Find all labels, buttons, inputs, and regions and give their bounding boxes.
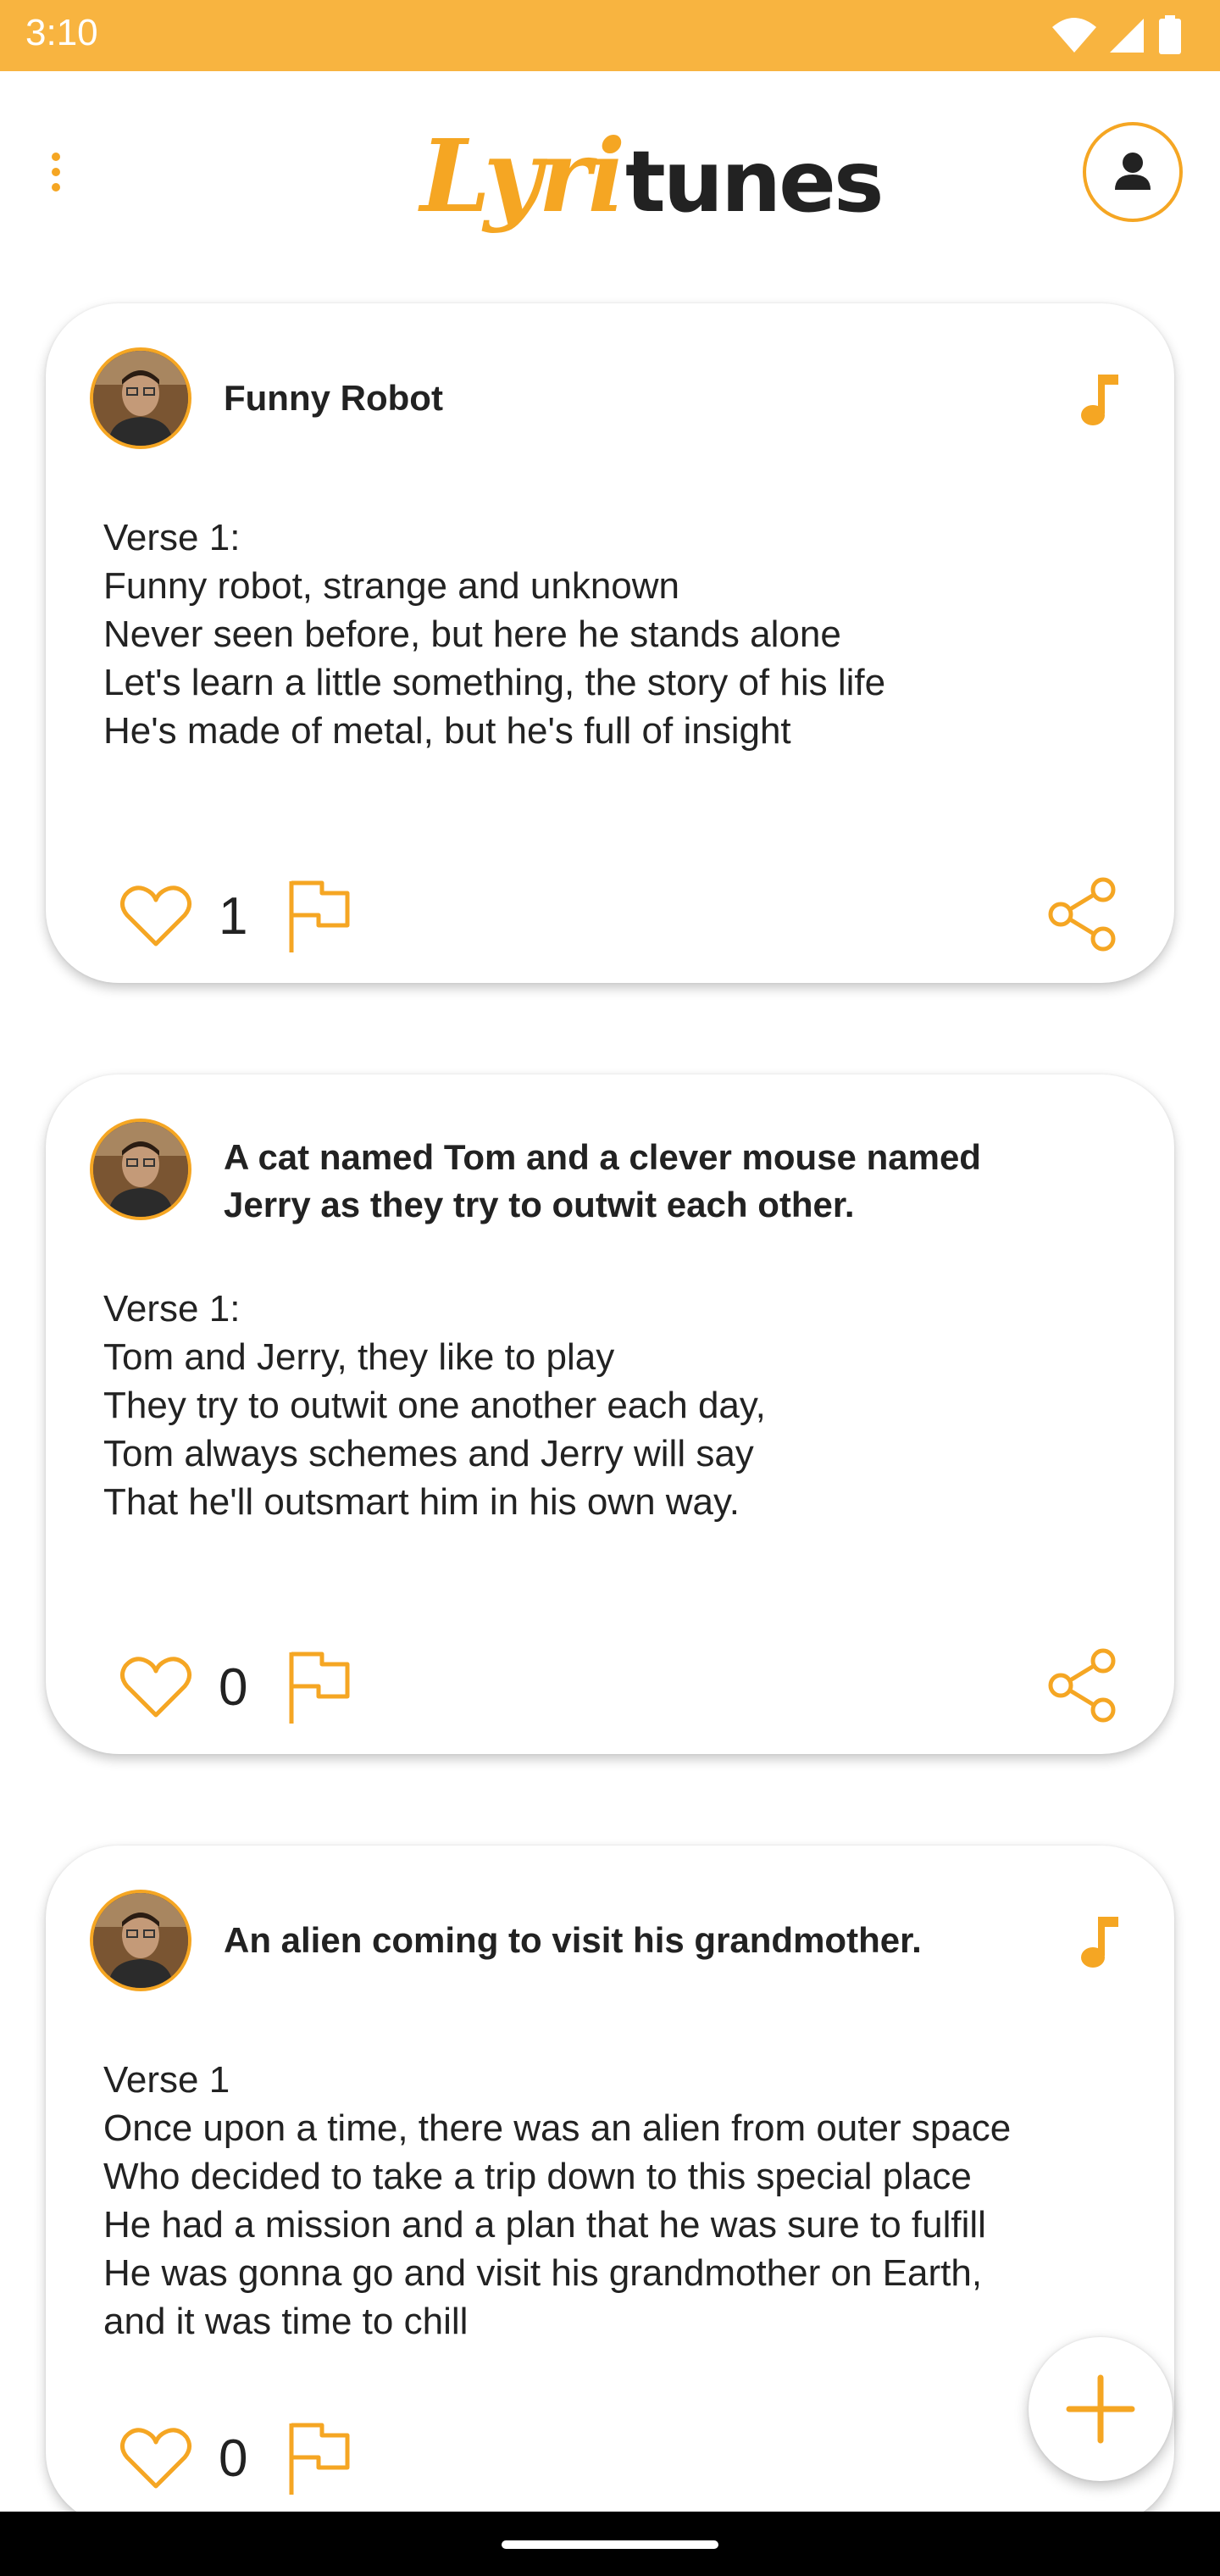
logo-tunes: tunes (625, 132, 884, 231)
status-time: 3:10 (25, 12, 98, 53)
status-bar: 3:10 (0, 0, 1220, 71)
flag-icon[interactable] (285, 878, 354, 956)
battery-icon (1159, 15, 1181, 54)
avatar[interactable] (90, 1119, 191, 1220)
post-actions: 0 (46, 1642, 1174, 1735)
plus-icon (1066, 2374, 1135, 2444)
heart-icon[interactable] (119, 885, 193, 949)
music-note-icon[interactable] (1071, 371, 1122, 430)
wifi-icon (1052, 18, 1096, 53)
share-icon[interactable] (1045, 876, 1120, 952)
home-gesture-handle[interactable] (502, 2540, 718, 2549)
music-note-icon[interactable] (1071, 1913, 1122, 1973)
avatar[interactable] (90, 1890, 191, 1991)
app-logo: Lyri tunes (420, 117, 884, 235)
nav-bar (0, 2512, 1220, 2576)
post-title: A cat named Tom and a clever mouse named… (224, 1137, 981, 1224)
signal-icon (1110, 19, 1144, 53)
flag-icon[interactable] (285, 2420, 354, 2498)
like-count: 0 (219, 2429, 248, 2488)
user-icon (1103, 142, 1162, 202)
add-post-button[interactable] (1029, 2337, 1173, 2481)
app-bar: Lyri tunes (0, 71, 1220, 283)
share-icon[interactable] (1045, 1647, 1120, 1724)
post-card: A cat named Tom and a clever mouse named… (46, 1074, 1174, 1754)
flag-icon[interactable] (285, 1649, 354, 1727)
like-count: 1 (219, 887, 248, 946)
like-count: 0 (219, 1658, 248, 1717)
profile-button[interactable] (1083, 122, 1183, 222)
post-actions: 1 (46, 871, 1174, 964)
post-title: An alien coming to visit his grandmother… (224, 1920, 922, 1960)
heart-icon[interactable] (119, 1656, 193, 1720)
avatar[interactable] (90, 347, 191, 449)
post-card: Funny Robot Verse 1: Funny robot, strang… (46, 303, 1174, 983)
heart-icon[interactable] (119, 2427, 193, 2491)
post-lyrics: Verse 1: Tom and Jerry, they like to pla… (103, 1288, 766, 1523)
status-icons (1051, 15, 1195, 56)
post-actions: 0 (46, 2413, 1174, 2507)
post-title: Funny Robot (224, 378, 443, 418)
post-card: An alien coming to visit his grandmother… (46, 1846, 1174, 2525)
more-vert-icon[interactable] (39, 146, 73, 205)
post-lyrics: Verse 1: Funny robot, strange and unknow… (103, 517, 886, 752)
post-lyrics: Verse 1 Once upon a time, there was an a… (103, 2059, 1012, 2342)
logo-lyri: Lyri (420, 117, 625, 235)
